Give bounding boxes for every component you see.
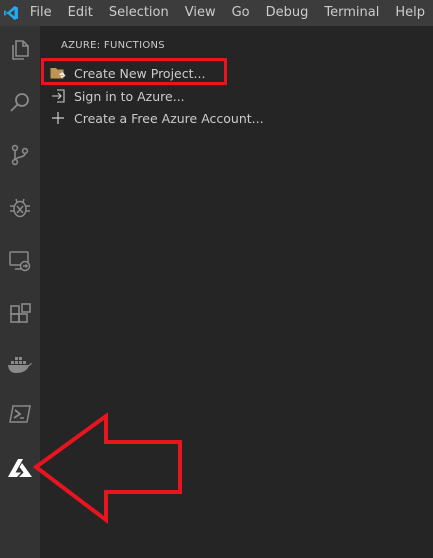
- sign-in-azure-label: Sign in to Azure...: [74, 88, 185, 104]
- menu-edit[interactable]: Edit: [60, 0, 101, 26]
- create-free-account-label: Create a Free Azure Account...: [74, 110, 264, 126]
- sign-in-azure-item[interactable]: Sign in to Azure...: [50, 85, 185, 107]
- vscode-logo-icon: [0, 0, 22, 26]
- sign-in-icon: [50, 88, 66, 104]
- menu-terminal[interactable]: Terminal: [316, 0, 387, 26]
- menu-go[interactable]: Go: [224, 0, 258, 26]
- debug-icon[interactable]: [4, 192, 36, 224]
- menu-help[interactable]: Help: [387, 0, 433, 26]
- create-free-account-item[interactable]: Create a Free Azure Account...: [50, 107, 264, 129]
- explorer-icon[interactable]: [4, 34, 36, 66]
- docker-icon[interactable]: [4, 348, 36, 380]
- highlight-box: [41, 58, 227, 85]
- extensions-icon[interactable]: [4, 298, 36, 330]
- menu-debug[interactable]: Debug: [258, 0, 317, 26]
- plus-icon: [50, 110, 66, 126]
- search-icon[interactable]: [4, 86, 36, 118]
- menu-view[interactable]: View: [177, 0, 224, 26]
- menu-bar: File Edit Selection View Go Debug Termin…: [0, 0, 433, 26]
- source-control-icon[interactable]: [4, 139, 36, 171]
- menu-selection[interactable]: Selection: [101, 0, 177, 26]
- remote-explorer-icon[interactable]: [4, 245, 36, 277]
- menu-file[interactable]: File: [22, 0, 60, 26]
- callout-arrow: [32, 412, 182, 525]
- panel-title: AZURE: FUNCTIONS: [61, 40, 165, 51]
